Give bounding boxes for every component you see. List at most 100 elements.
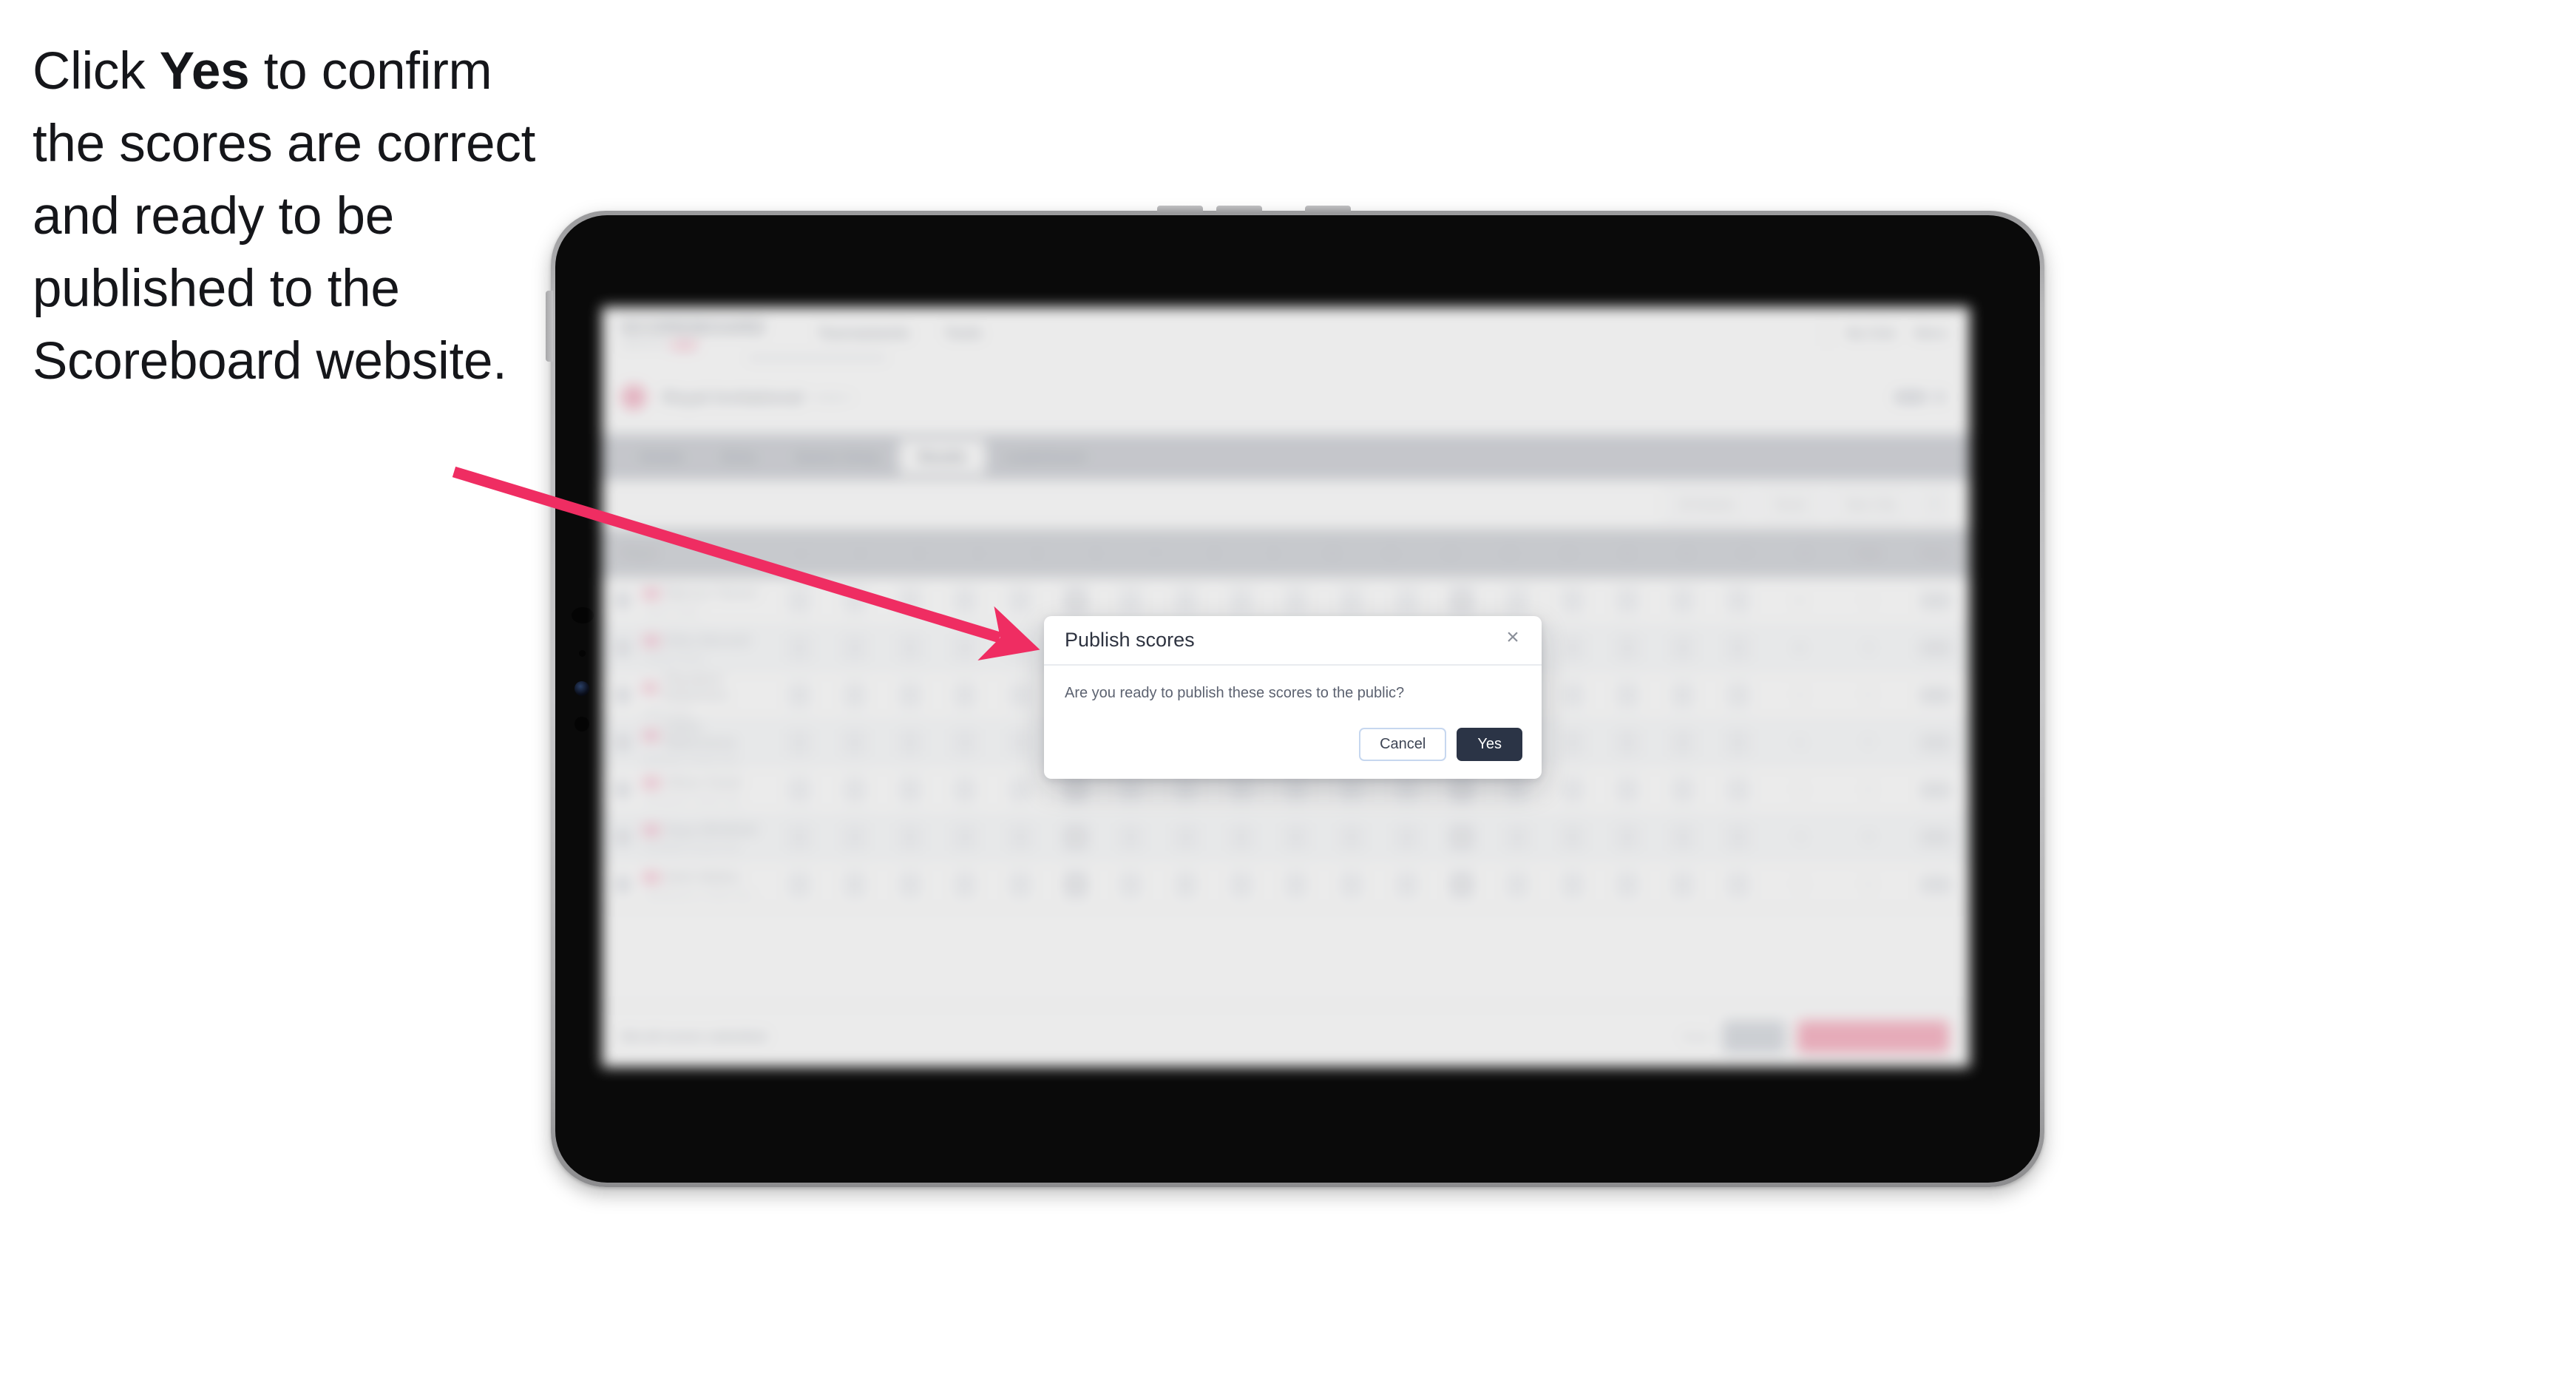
score-cell[interactable]: 4 bbox=[993, 682, 1048, 709]
score-cell[interactable]: 4 bbox=[1103, 587, 1159, 614]
score-cell[interactable]: 4 bbox=[882, 682, 938, 709]
score-cell[interactable]: 4 bbox=[1600, 587, 1655, 614]
footer-publish-button[interactable]: Publish to Scoreboard bbox=[1797, 1021, 1949, 1053]
score-cell[interactable]: 4 bbox=[938, 587, 993, 614]
score-cell[interactable]: 4 bbox=[1159, 824, 1214, 851]
tab-games-setup[interactable]: Games Setup bbox=[776, 440, 899, 474]
score-cell[interactable]: 4 bbox=[1103, 777, 1159, 803]
score-cell[interactable]: 4 bbox=[1655, 729, 1711, 756]
title-action-1[interactable] bbox=[1894, 391, 1927, 403]
title-action-2[interactable] bbox=[1936, 391, 1945, 403]
score-cell[interactable]: 4 bbox=[827, 682, 883, 709]
footer-save-button[interactable]: Save bbox=[1723, 1021, 1786, 1053]
row-checkbox[interactable] bbox=[602, 734, 643, 751]
score-cell[interactable]: 5 bbox=[1655, 871, 1711, 898]
score-cell[interactable]: 3 bbox=[1600, 635, 1655, 661]
score-cell[interactable]: 3 bbox=[1655, 587, 1711, 614]
score-cell[interactable]: 4 bbox=[1710, 777, 1766, 803]
table-row[interactable]: Naya Whitfield Northfield Cricket Club 5 4 4… bbox=[602, 814, 1970, 862]
score-cell[interactable]: 5 bbox=[1545, 824, 1600, 851]
score-cell[interactable]: 3 bbox=[827, 587, 883, 614]
row-checkbox[interactable] bbox=[602, 876, 643, 893]
score-cell[interactable]: 4 bbox=[772, 777, 827, 803]
tab-entry[interactable]: Entry bbox=[703, 440, 776, 474]
score-cell[interactable]: 5 bbox=[1269, 824, 1324, 851]
score-cell[interactable]: 4 bbox=[1600, 682, 1655, 709]
row-checkbox[interactable] bbox=[602, 829, 643, 845]
score-cell[interactable]: 4 bbox=[938, 824, 993, 851]
score-cell[interactable]: 4 bbox=[1324, 777, 1380, 803]
score-cell[interactable]: 5 bbox=[772, 824, 827, 851]
score-cell[interactable]: 5 bbox=[1490, 777, 1545, 803]
score-cell[interactable]: 5 bbox=[827, 871, 883, 898]
nav-item-tournaments[interactable]: Tournaments bbox=[818, 325, 910, 342]
score-cell[interactable]: 4 bbox=[772, 635, 827, 661]
footer-reset-link[interactable]: Reset bbox=[1682, 1031, 1711, 1044]
nav-item-my-club[interactable]: My Club bbox=[1847, 326, 1896, 341]
score-cell[interactable]: 4 bbox=[1324, 871, 1380, 898]
tab-results[interactable]: Results bbox=[899, 440, 986, 474]
score-cell[interactable]: 5 bbox=[882, 777, 938, 803]
score-cell[interactable]: 4 bbox=[882, 871, 938, 898]
score-cell[interactable]: 5 bbox=[1655, 682, 1711, 709]
score-cell[interactable]: 4 bbox=[1600, 729, 1655, 756]
score-cell[interactable]: 5 bbox=[1159, 871, 1214, 898]
score-cell[interactable]: 3 bbox=[1434, 871, 1490, 898]
nav-item-tools[interactable]: Tools bbox=[944, 325, 983, 342]
score-cell[interactable]: 4 bbox=[882, 824, 938, 851]
score-cell[interactable]: 4 bbox=[1269, 777, 1324, 803]
score-cell[interactable]: 3 bbox=[1545, 729, 1600, 756]
score-cell[interactable]: 4 bbox=[1324, 587, 1380, 614]
score-cell[interactable]: 4 bbox=[827, 777, 883, 803]
score-cell[interactable]: 4 bbox=[1600, 777, 1655, 803]
score-cell[interactable]: 4 bbox=[772, 587, 827, 614]
score-cell[interactable]: 3 bbox=[993, 635, 1048, 661]
score-cell[interactable]: 4 bbox=[938, 682, 993, 709]
score-cell[interactable]: 4 bbox=[1434, 824, 1490, 851]
score-cell[interactable]: 4 bbox=[1269, 871, 1324, 898]
row-checkbox[interactable] bbox=[602, 640, 643, 656]
score-cell[interactable]: 3 bbox=[1655, 777, 1711, 803]
close-icon[interactable]: × bbox=[1500, 625, 1525, 650]
score-cell[interactable]: 4 bbox=[1545, 682, 1600, 709]
score-cell[interactable]: 5 bbox=[1048, 824, 1103, 851]
score-cell[interactable]: 4 bbox=[772, 729, 827, 756]
score-cell[interactable]: 4 bbox=[1600, 871, 1655, 898]
score-cell[interactable]: 4 bbox=[1710, 635, 1766, 661]
tab-details[interactable]: Details bbox=[621, 440, 703, 474]
nav-item-menu[interactable]: Menu bbox=[1915, 326, 1948, 341]
score-cell[interactable]: 5 bbox=[1710, 729, 1766, 756]
score-cell[interactable]: 4 bbox=[1710, 871, 1766, 898]
score-cell[interactable]: 3 bbox=[1710, 682, 1766, 709]
score-cell[interactable]: 3 bbox=[1103, 871, 1159, 898]
score-cell[interactable]: 4 bbox=[1490, 871, 1545, 898]
filter-all-divisions[interactable]: All Divisions bbox=[1664, 491, 1751, 518]
row-checkbox[interactable] bbox=[602, 782, 643, 798]
tab-leaderboard[interactable]: Leaderboard bbox=[986, 440, 1105, 474]
filter-team-only[interactable]: Team Only bbox=[1830, 491, 1911, 518]
filter-more-icon[interactable]: ▼ bbox=[1920, 491, 1949, 518]
score-cell[interactable]: 4 bbox=[1379, 587, 1434, 614]
score-cell[interactable]: 4 bbox=[1545, 777, 1600, 803]
score-cell[interactable]: 4 bbox=[1490, 824, 1545, 851]
score-cell[interactable]: 3 bbox=[1379, 777, 1434, 803]
score-cell[interactable]: 4 bbox=[882, 729, 938, 756]
score-cell[interactable]: 4 bbox=[882, 635, 938, 661]
score-cell[interactable]: 4 bbox=[1434, 777, 1490, 803]
score-cell[interactable]: 5 bbox=[882, 587, 938, 614]
score-cell[interactable]: 5 bbox=[772, 682, 827, 709]
score-cell[interactable]: 5 bbox=[938, 635, 993, 661]
score-cell[interactable]: 4 bbox=[993, 777, 1048, 803]
score-cell[interactable]: 3 bbox=[1048, 587, 1103, 614]
score-cell[interactable]: 5 bbox=[1710, 587, 1766, 614]
score-cell[interactable]: 5 bbox=[1379, 871, 1434, 898]
score-cell[interactable]: 4 bbox=[1213, 871, 1269, 898]
score-cell[interactable]: 4 bbox=[1545, 871, 1600, 898]
score-cell[interactable]: 4 bbox=[993, 871, 1048, 898]
score-cell[interactable]: 4 bbox=[1213, 587, 1269, 614]
score-cell[interactable]: 4 bbox=[1655, 635, 1711, 661]
score-cell[interactable]: 5 bbox=[1213, 777, 1269, 803]
score-cell[interactable]: 4 bbox=[938, 871, 993, 898]
score-cell[interactable]: 4 bbox=[1545, 587, 1600, 614]
score-cell[interactable]: 5 bbox=[827, 729, 883, 756]
